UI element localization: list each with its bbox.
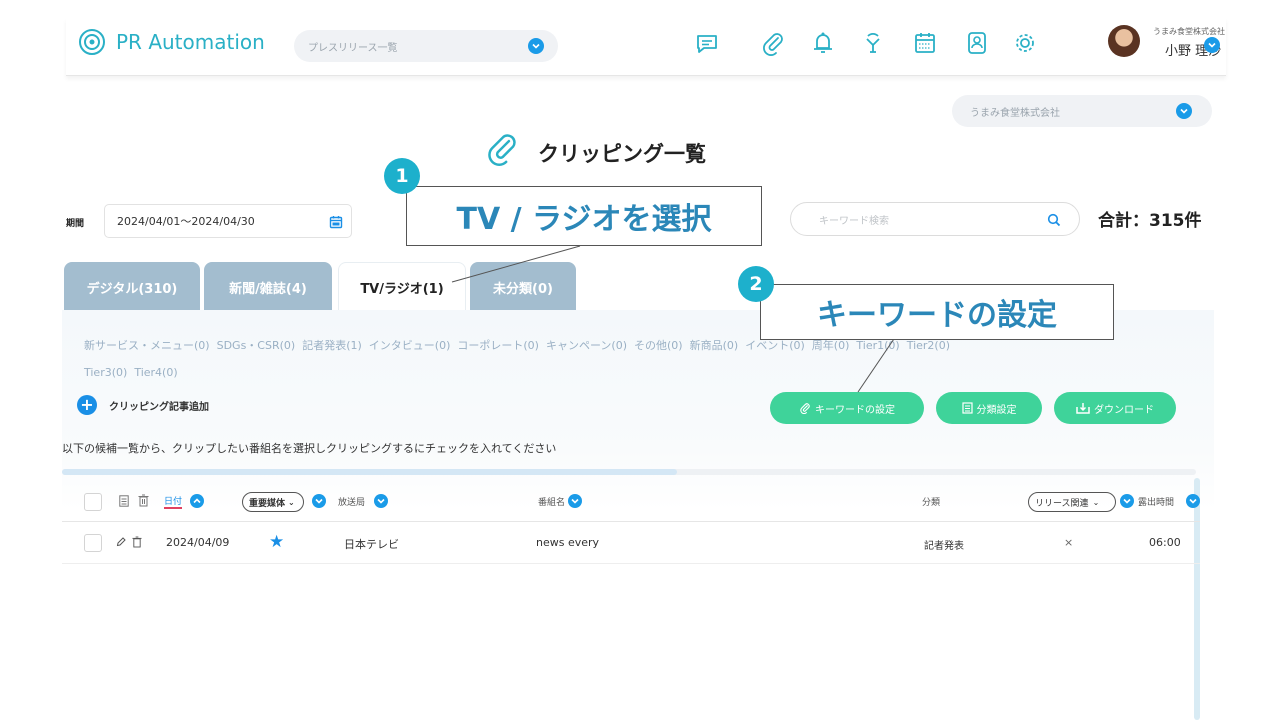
callout-tv-radio: TV / ラジオを選択 bbox=[406, 186, 762, 246]
step-badge-2: 2 bbox=[738, 266, 774, 302]
step-badge-2-number: 2 bbox=[749, 273, 763, 295]
step-badge-1: 1 bbox=[384, 158, 420, 194]
callout-keyword-settings: キーワードの設定 bbox=[760, 284, 1114, 340]
step-badge-1-number: 1 bbox=[395, 165, 409, 187]
callout-tv-radio-text: TV / ラジオを選択 bbox=[456, 202, 712, 237]
callout-connector-lines bbox=[451, 245, 901, 393]
callout-keyword-settings-text: キーワードの設定 bbox=[817, 298, 1057, 333]
